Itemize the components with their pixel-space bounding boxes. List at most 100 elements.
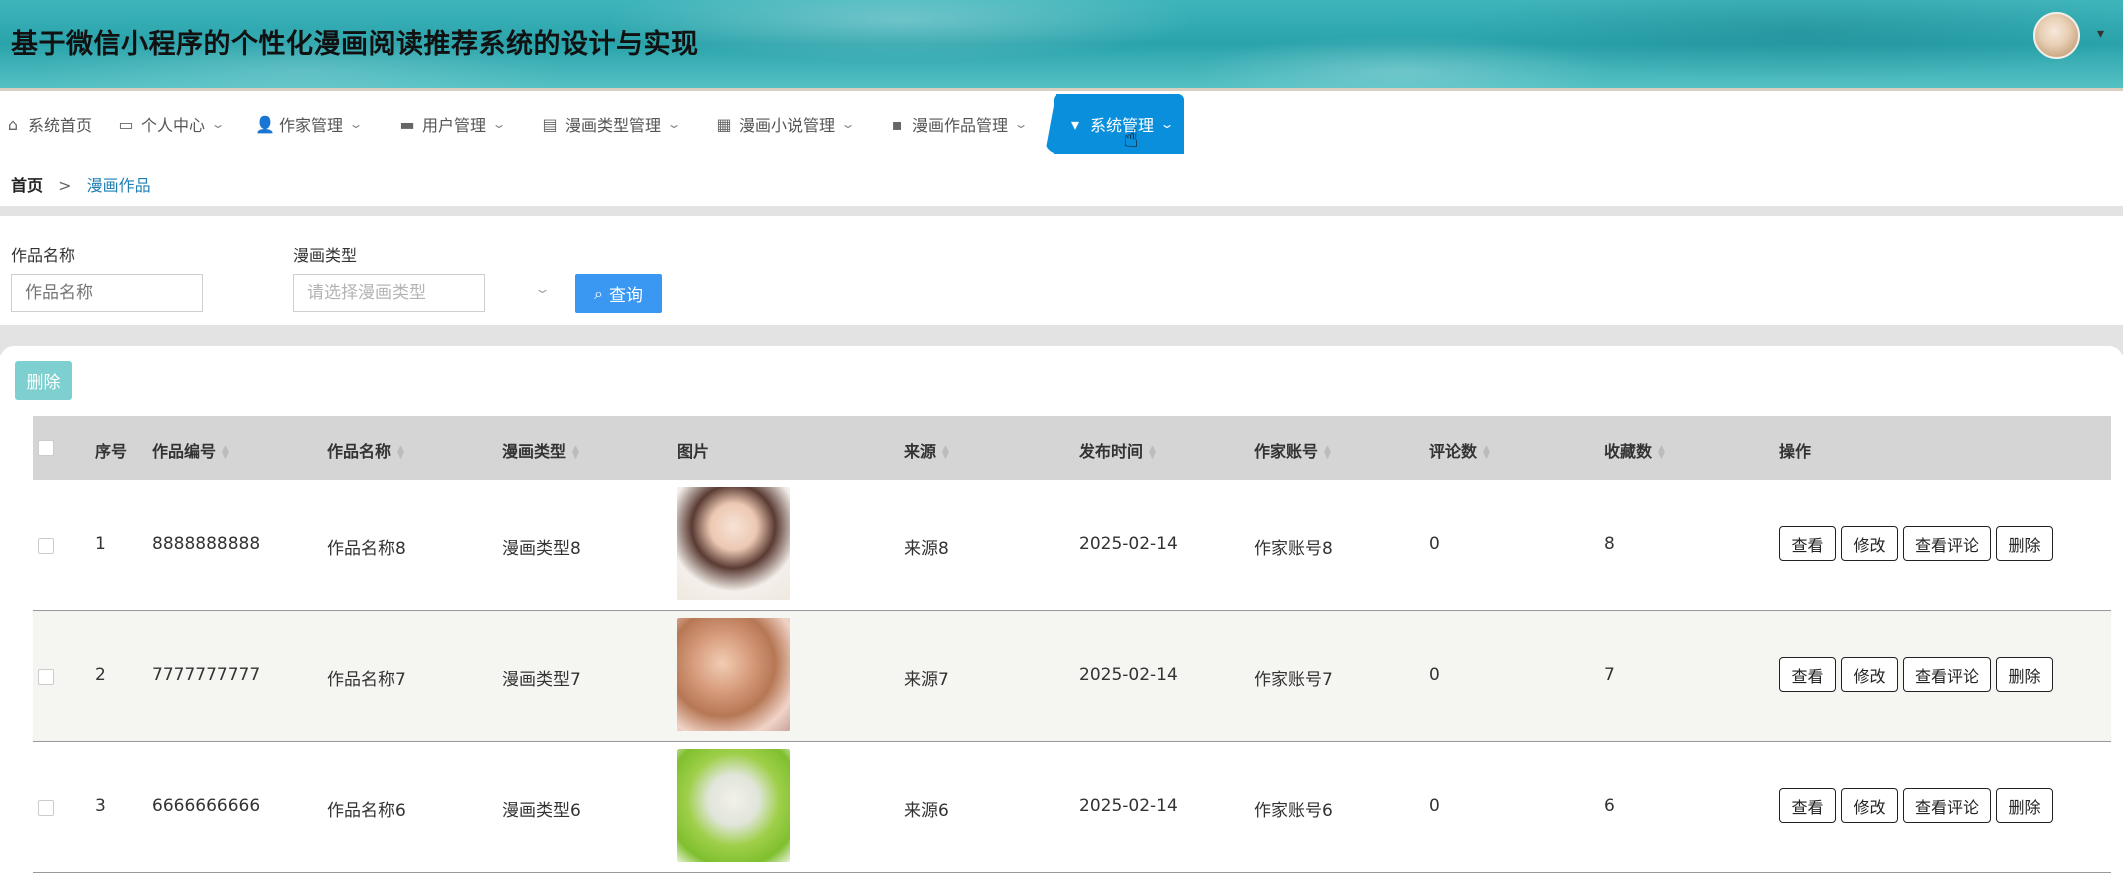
sort-icon: ▲ ▼	[222, 443, 229, 461]
user-icon: 👤	[255, 114, 275, 134]
cell-comments: 0	[1429, 534, 1440, 554]
query-button-label: 查询	[608, 286, 643, 306]
row-checkbox[interactable]	[38, 538, 54, 554]
nav-item-label: 系统管理	[1090, 116, 1155, 135]
header-source[interactable]: 来源 ▲ ▼	[904, 438, 949, 462]
cell-code: 7777777777	[152, 665, 261, 685]
header-favorites-label: 收藏数	[1604, 442, 1653, 461]
cell-code: 6666666666	[152, 796, 261, 816]
edit-button[interactable]: 修改	[1841, 657, 1898, 692]
cell-author: 作家账号6	[1254, 801, 1333, 821]
header-author[interactable]: 作家账号 ▲ ▼	[1254, 438, 1331, 462]
cell-date: 2025-02-14	[1079, 796, 1178, 816]
cell-comments: 0	[1429, 796, 1440, 816]
header-image: 图片	[677, 442, 710, 461]
nav-item-comic-work-management[interactable]: ▪ 漫画作品管理 ⌄	[888, 94, 1029, 154]
cell-name: 作品名称6	[327, 801, 406, 821]
chevron-down-icon: ⌄	[840, 117, 856, 131]
header-code-label: 作品编号	[152, 442, 217, 461]
breadcrumb-home-link[interactable]: 首页	[11, 176, 43, 195]
hand-cursor-icon: ☝	[1123, 124, 1139, 154]
delete-button[interactable]: 删除	[1996, 788, 2053, 823]
work-name-input[interactable]	[11, 274, 203, 312]
cell-favorites: 6	[1604, 796, 1615, 816]
header-favorites[interactable]: 收藏数 ▲ ▼	[1604, 438, 1665, 462]
header-type-label: 漫画类型	[502, 442, 567, 461]
nav-item-author-management[interactable]: 👤 作家管理 ⌄	[255, 94, 364, 154]
view-comments-button[interactable]: 查看评论	[1903, 526, 1991, 561]
chevron-down-icon: ⌄	[491, 117, 507, 131]
sort-icon: ▲ ▼	[1324, 443, 1331, 461]
view-button[interactable]: 查看	[1779, 657, 1836, 692]
nav-item-label: 作家管理	[279, 116, 344, 135]
pin-icon: ▾	[1070, 114, 1080, 134]
user-avatar[interactable]	[2033, 12, 2080, 59]
header-name[interactable]: 作品名称 ▲ ▼	[327, 438, 404, 462]
query-button[interactable]: ⌕ 查询	[575, 274, 662, 313]
cover-thumbnail[interactable]	[677, 487, 790, 600]
table-row: 2 7777777777 作品名称7 漫画类型7 来源7 2025-02-14 …	[33, 611, 2111, 742]
nav-item-label: 漫画作品管理	[912, 116, 1009, 135]
sort-icon: ▲ ▼	[1658, 443, 1665, 461]
delete-button[interactable]: 删除	[1996, 657, 2053, 692]
cell-index: 2	[95, 665, 106, 685]
comic-type-select[interactable]: 请选择漫画类型	[293, 274, 485, 312]
header-actions: 操作	[1779, 442, 1812, 461]
cell-source: 来源8	[904, 539, 949, 559]
breadcrumb: 首页 > 漫画作品	[11, 172, 151, 196]
header-code[interactable]: 作品编号 ▲ ▼	[152, 438, 229, 462]
nav-item-comic-type-management[interactable]: ▤ 漫画类型管理 ⌄	[541, 94, 681, 154]
cover-thumbnail[interactable]	[677, 749, 790, 862]
cell-code: 8888888888	[152, 534, 261, 554]
sort-icon: ▲ ▼	[572, 443, 579, 461]
chevron-down-icon: ⌄	[348, 117, 364, 131]
row-checkbox[interactable]	[38, 669, 54, 685]
bulk-delete-button[interactable]: 删除	[15, 361, 72, 400]
nav-item-system-management[interactable]: ▾ 系统管理 ⌄	[1054, 94, 1185, 154]
edit-button[interactable]: 修改	[1841, 788, 1898, 823]
cell-date: 2025-02-14	[1079, 534, 1178, 554]
home-icon: ⌂	[7, 114, 19, 134]
header-comments[interactable]: 评论数 ▲ ▼	[1429, 438, 1490, 462]
chevron-down-icon: ⌄	[533, 282, 552, 297]
cell-index: 1	[95, 534, 106, 554]
cell-name: 作品名称8	[327, 539, 406, 559]
cell-name: 作品名称7	[327, 670, 406, 690]
chat-icon: ▪	[891, 114, 903, 134]
cell-favorites: 7	[1604, 665, 1615, 685]
view-button[interactable]: 查看	[1779, 526, 1836, 561]
cell-type: 漫画类型7	[502, 670, 581, 690]
main-nav: ⌂ 系统首页 ▭ 个人中心 ⌄ 👤 作家管理 ⌄ ▬ 用户管理 ⌄ ▤ 漫画类型…	[0, 94, 2123, 154]
view-button[interactable]: 查看	[1779, 788, 1836, 823]
avatar-dropdown-caret-icon[interactable]: ▾	[2097, 26, 2104, 42]
nav-item-label: 系统首页	[28, 116, 93, 135]
cell-date: 2025-02-14	[1079, 665, 1178, 685]
cell-index: 3	[95, 796, 106, 816]
cell-favorites: 8	[1604, 534, 1615, 554]
header-date[interactable]: 发布时间 ▲ ▼	[1079, 438, 1156, 462]
nav-item-user-management[interactable]: ▬ 用户管理 ⌄	[398, 94, 507, 154]
edit-button[interactable]: 修改	[1841, 526, 1898, 561]
comic-type-label: 漫画类型	[293, 246, 358, 265]
sort-icon: ▲ ▼	[1483, 443, 1490, 461]
row-checkbox[interactable]	[38, 800, 54, 816]
sort-icon: ▲ ▼	[1149, 443, 1156, 461]
nav-item-profile[interactable]: ▭ 个人中心 ⌄	[117, 94, 225, 154]
delete-button[interactable]: 删除	[1996, 526, 2053, 561]
select-all-checkbox[interactable]	[38, 440, 54, 456]
header-date-label: 发布时间	[1079, 442, 1144, 461]
view-comments-button[interactable]: 查看评论	[1903, 788, 1991, 823]
cover-thumbnail[interactable]	[677, 618, 790, 731]
header-type[interactable]: 漫画类型 ▲ ▼	[502, 438, 579, 462]
cell-comments: 0	[1429, 665, 1440, 685]
header-comments-label: 评论数	[1429, 442, 1478, 461]
briefcase-icon: ▬	[399, 114, 415, 134]
nav-item-home[interactable]: ⌂ 系统首页	[4, 94, 92, 154]
app-title: 基于微信小程序的个性化漫画阅读推荐系统的设计与实现	[11, 29, 699, 60]
cell-author: 作家账号8	[1254, 539, 1333, 559]
wallet-icon: ▭	[118, 114, 134, 134]
sort-icon: ▲ ▼	[942, 443, 949, 461]
nav-item-comic-novel-management[interactable]: ▦ 漫画小说管理 ⌄	[715, 94, 856, 154]
work-name-label: 作品名称	[11, 246, 76, 265]
view-comments-button[interactable]: 查看评论	[1903, 657, 1991, 692]
